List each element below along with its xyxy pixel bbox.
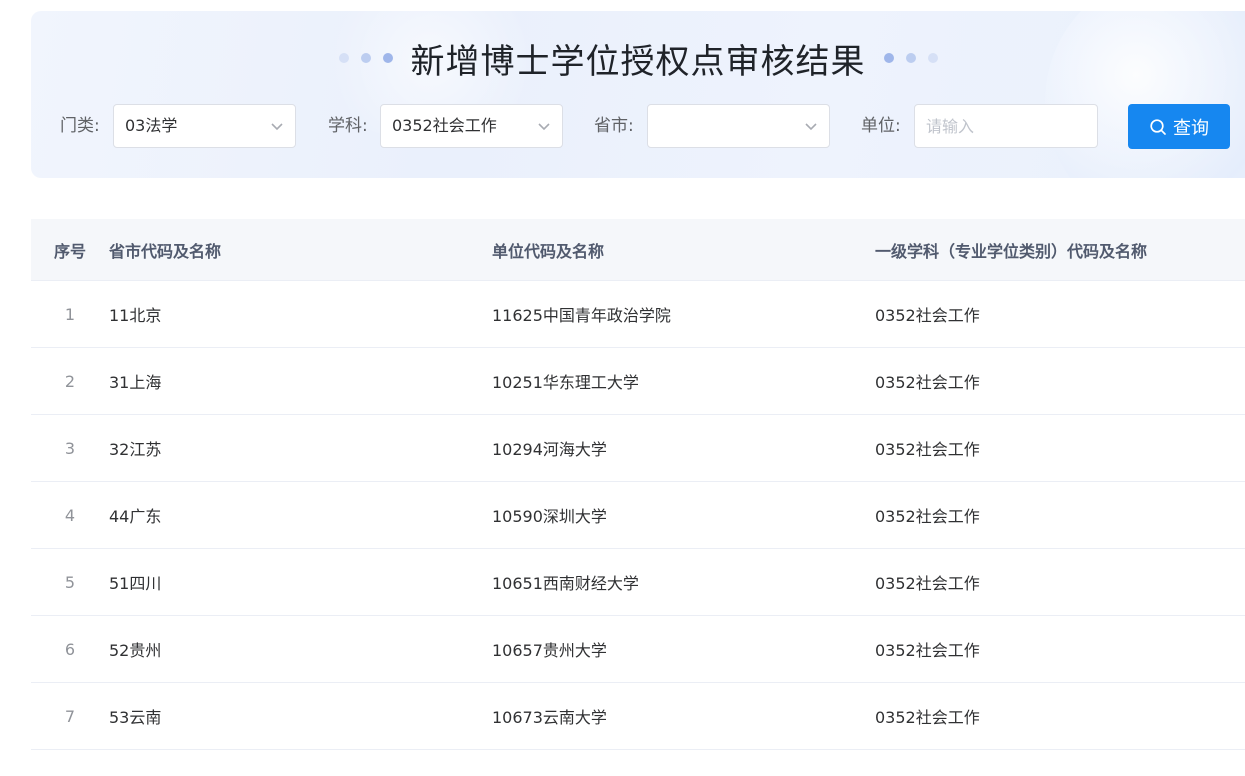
title-dots-right-icon <box>883 53 938 63</box>
title-row: 新增博士学位授权点审核结果 <box>31 35 1245 82</box>
table-header: 序号 省市代码及名称 单位代码及名称 一级学科（专业学位类别）代码及名称 <box>31 219 1245 281</box>
row-index: 7 <box>64 706 76 726</box>
table-row: 7 53云南 10673云南大学 0352社会工作 <box>31 683 1245 750</box>
row-province: 11北京 <box>109 306 162 325</box>
row-discipline: 0352社会工作 <box>875 574 980 593</box>
header-province: 省市代码及名称 <box>109 241 222 261</box>
title-dots-left-icon <box>338 53 393 63</box>
table-row: 6 52贵州 10657贵州大学 0352社会工作 <box>31 616 1245 683</box>
table-row: 2 31上海 10251华东理工大学 0352社会工作 <box>31 348 1245 415</box>
search-button[interactable]: 查询 <box>1128 104 1230 149</box>
row-index: 3 <box>64 438 76 458</box>
row-province: 32江苏 <box>109 440 162 459</box>
row-province: 52贵州 <box>109 641 162 660</box>
chevron-down-icon <box>271 123 283 131</box>
row-discipline: 0352社会工作 <box>875 306 980 325</box>
table-row: 4 44广东 10590深圳大学 0352社会工作 <box>31 482 1245 549</box>
row-index: 1 <box>64 304 76 324</box>
header-index: 序号 <box>53 241 86 261</box>
row-discipline: 0352社会工作 <box>875 373 980 392</box>
chevron-down-icon <box>538 123 550 131</box>
province-label: 省市: <box>594 116 634 136</box>
chevron-down-icon <box>805 123 817 131</box>
row-unit: 10590深圳大学 <box>492 507 607 526</box>
row-index: 5 <box>64 572 76 592</box>
row-index: 4 <box>64 505 76 525</box>
category-label: 门类: <box>60 116 100 136</box>
category-select[interactable]: 03法学 <box>113 104 296 148</box>
discipline-select[interactable]: 0352社会工作 <box>380 104 563 148</box>
page-title: 新增博士学位授权点审核结果 <box>410 41 866 82</box>
results-table: 序号 省市代码及名称 单位代码及名称 一级学科（专业学位类别）代码及名称 1 1… <box>31 219 1245 750</box>
table-row: 1 11北京 11625中国青年政治学院 0352社会工作 <box>31 281 1245 348</box>
row-index: 6 <box>64 639 76 659</box>
search-panel: 新增博士学位授权点审核结果 <box>31 11 1245 178</box>
row-index: 2 <box>64 371 76 391</box>
row-province: 44广东 <box>109 507 162 526</box>
search-button-label: 查询 <box>1173 117 1209 138</box>
category-select-value: 03法学 <box>125 116 178 135</box>
unit-input[interactable] <box>914 104 1098 148</box>
table-row: 5 51四川 10651西南财经大学 0352社会工作 <box>31 549 1245 616</box>
row-discipline: 0352社会工作 <box>875 507 980 526</box>
row-discipline: 0352社会工作 <box>875 440 980 459</box>
discipline-label: 学科: <box>328 116 368 136</box>
row-province: 51四川 <box>109 574 162 593</box>
header-unit: 单位代码及名称 <box>492 241 605 261</box>
search-icon <box>1150 118 1166 135</box>
row-unit: 10294河海大学 <box>492 440 607 459</box>
header-discipline: 一级学科（专业学位类别）代码及名称 <box>875 241 1148 261</box>
row-unit: 10673云南大学 <box>492 708 607 727</box>
row-province: 53云南 <box>109 708 162 727</box>
row-unit: 10251华东理工大学 <box>492 373 639 392</box>
row-unit: 11625中国青年政治学院 <box>492 306 671 325</box>
row-discipline: 0352社会工作 <box>875 708 980 727</box>
row-discipline: 0352社会工作 <box>875 641 980 660</box>
province-select[interactable] <box>647 104 830 148</box>
discipline-select-value: 0352社会工作 <box>392 116 497 135</box>
row-unit: 10657贵州大学 <box>492 641 607 660</box>
table-row: 3 32江苏 10294河海大学 0352社会工作 <box>31 415 1245 482</box>
unit-label: 单位: <box>861 116 901 136</box>
row-province: 31上海 <box>109 373 162 392</box>
row-unit: 10651西南财经大学 <box>492 574 639 593</box>
